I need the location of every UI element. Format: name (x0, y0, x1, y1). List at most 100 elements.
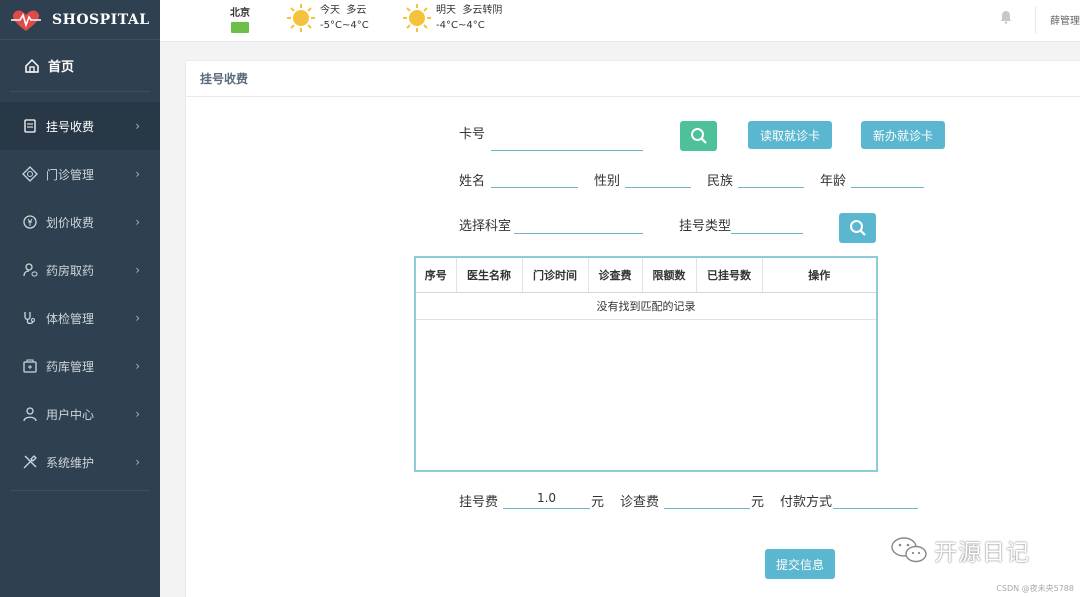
weather-temp: -4°C~4°C (436, 20, 485, 31)
sidebar-item-label: 药房取药 (46, 263, 95, 278)
registration-fee-label: 挂号费 (459, 495, 499, 510)
department-label: 选择科室 (459, 219, 512, 234)
card-number-input[interactable] (491, 133, 643, 151)
weather-city: 北京 (230, 4, 250, 33)
currency-unit: 元 (751, 495, 765, 510)
table-header-row: 序号 医生名称 门诊时间 诊查费 限额数 已挂号数 操作 (416, 258, 876, 293)
sidebar-item-label: 用户中心 (46, 407, 95, 422)
payment-method-label: 付款方式 (780, 495, 833, 510)
sidebar-item-label: 药库管理 (46, 359, 95, 374)
partly-cloudy-icon (403, 4, 431, 32)
department-search-button[interactable] (839, 213, 876, 243)
column-header[interactable]: 已挂号数 (696, 258, 763, 293)
sidebar: SHOSPITAL 首页 挂号收费 › 门诊管理 › 划价收费 › 药房取药 › (0, 0, 160, 597)
card-search-button[interactable] (680, 121, 717, 151)
registration-fee-input[interactable]: 1.0 (503, 491, 590, 509)
table-row: 没有找到匹配的记录 (416, 292, 876, 320)
age-input[interactable] (851, 170, 924, 188)
gender-input[interactable] (625, 170, 691, 188)
gender-label: 性别 (594, 174, 621, 189)
medicine-box-icon (23, 359, 37, 373)
registration-type-select[interactable] (731, 216, 803, 234)
weather-condition: 多云转阴 (462, 5, 503, 16)
column-header[interactable]: 诊查费 (588, 258, 643, 293)
bell-icon[interactable] (1000, 10, 1012, 24)
sidebar-divider (10, 490, 150, 491)
sidebar-item-label: 划价收费 (46, 215, 95, 230)
column-header[interactable]: 医生名称 (456, 258, 523, 293)
heart-logo-icon (11, 10, 41, 31)
weather-today: 今天 多云 -5°C~4°C (286, 3, 369, 33)
air-quality-icon (231, 22, 249, 33)
city-name: 北京 (230, 8, 250, 19)
doctor-schedule-table: 序号 医生名称 门诊时间 诊查费 限额数 已挂号数 操作 没有找到匹配的记录 (414, 256, 878, 472)
sidebar-item-label: 体检管理 (46, 311, 95, 326)
sidebar-item-label: 系统维护 (46, 455, 95, 470)
panel-header: 挂号收费 (186, 61, 1080, 97)
column-header[interactable]: 门诊时间 (522, 258, 589, 293)
column-header[interactable]: 操作 (762, 258, 876, 293)
source-credit: CSDN @夜未央5788 (996, 584, 1074, 593)
sidebar-item-registration[interactable]: 挂号收费 › (0, 102, 160, 150)
ethnicity-input[interactable] (738, 170, 804, 188)
chevron-right-icon: › (135, 407, 140, 421)
sidebar-item-pricing[interactable]: 划价收费 › (0, 198, 160, 246)
chevron-right-icon: › (135, 263, 140, 277)
sidebar-item-checkup[interactable]: 体检管理 › (0, 294, 160, 342)
pharmacy-user-icon (23, 263, 38, 277)
chevron-right-icon: › (135, 215, 140, 229)
sidebar-item-label: 挂号收费 (46, 119, 95, 134)
search-icon (690, 128, 707, 144)
receipt-icon (24, 119, 36, 133)
column-header[interactable]: 限额数 (642, 258, 697, 293)
sidebar-item-clinic[interactable]: 门诊管理 › (0, 150, 160, 198)
payment-method-select[interactable] (833, 491, 918, 509)
stethoscope-icon (24, 312, 35, 325)
sidebar-item-pharmacy[interactable]: 药房取药 › (0, 246, 160, 294)
consultation-fee-input[interactable] (664, 491, 750, 509)
search-icon (849, 220, 866, 236)
currency-unit: 元 (591, 495, 605, 510)
read-card-button[interactable]: 读取就诊卡 (748, 121, 832, 149)
sidebar-item-user-center[interactable]: 用户中心 › (0, 390, 160, 438)
nav-home-label: 首页 (48, 60, 75, 75)
chevron-right-icon: › (135, 311, 140, 325)
tools-icon (23, 455, 37, 469)
registration-panel: 挂号收费 卡号 读取就诊卡 新办就诊卡 姓名 性别 民族 年龄 选择科室 挂号类… (185, 60, 1080, 597)
chevron-right-icon: › (135, 455, 140, 469)
clinic-icon (22, 166, 38, 182)
empty-message: 没有找到匹配的记录 (416, 292, 876, 320)
card-label: 卡号 (459, 127, 486, 142)
sidebar-nav: 挂号收费 › 门诊管理 › 划价收费 › 药房取药 › 体检管理 › 药库管理 … (0, 102, 160, 491)
brand-name: SHOSPITAL (52, 11, 150, 28)
sidebar-item-label: 门诊管理 (46, 167, 95, 182)
watermark: 开源日记 (890, 533, 1030, 567)
home-icon (25, 58, 39, 73)
department-select[interactable] (514, 216, 643, 234)
name-label: 姓名 (459, 174, 486, 189)
nav-home[interactable]: 首页 (10, 40, 150, 92)
submit-button[interactable]: 提交信息 (765, 549, 835, 579)
weather-condition: 多云 (346, 5, 367, 16)
chevron-right-icon: › (135, 167, 140, 181)
name-input[interactable] (491, 170, 578, 188)
chevron-right-icon: › (135, 119, 140, 133)
user-name[interactable]: 薛管理员 (1050, 12, 1080, 27)
weather-temp: -5°C~4°C (320, 20, 369, 31)
consultation-fee-label: 诊查费 (620, 495, 660, 510)
brand[interactable]: SHOSPITAL (0, 0, 160, 40)
partly-cloudy-icon (287, 4, 315, 32)
column-header[interactable]: 序号 (416, 258, 457, 293)
sidebar-item-drug-store[interactable]: 药库管理 › (0, 342, 160, 390)
weather-tomorrow: 明天 多云转阴 -4°C~4°C (402, 3, 502, 33)
watermark-text: 开源日记 (934, 540, 1030, 566)
chevron-right-icon: › (135, 359, 140, 373)
wechat-icon (891, 537, 927, 563)
new-card-button[interactable]: 新办就诊卡 (861, 121, 945, 149)
topbar-divider (1035, 6, 1036, 34)
weather-day: 明天 (436, 5, 456, 16)
topbar: 北京 今天 多云 -5°C~4°C 明天 多云转阴 -4°C~4°C 薛管理员 (160, 0, 1080, 42)
sidebar-item-system[interactable]: 系统维护 › (0, 438, 160, 486)
coin-icon (23, 215, 37, 229)
ethnicity-label: 民族 (707, 174, 734, 189)
